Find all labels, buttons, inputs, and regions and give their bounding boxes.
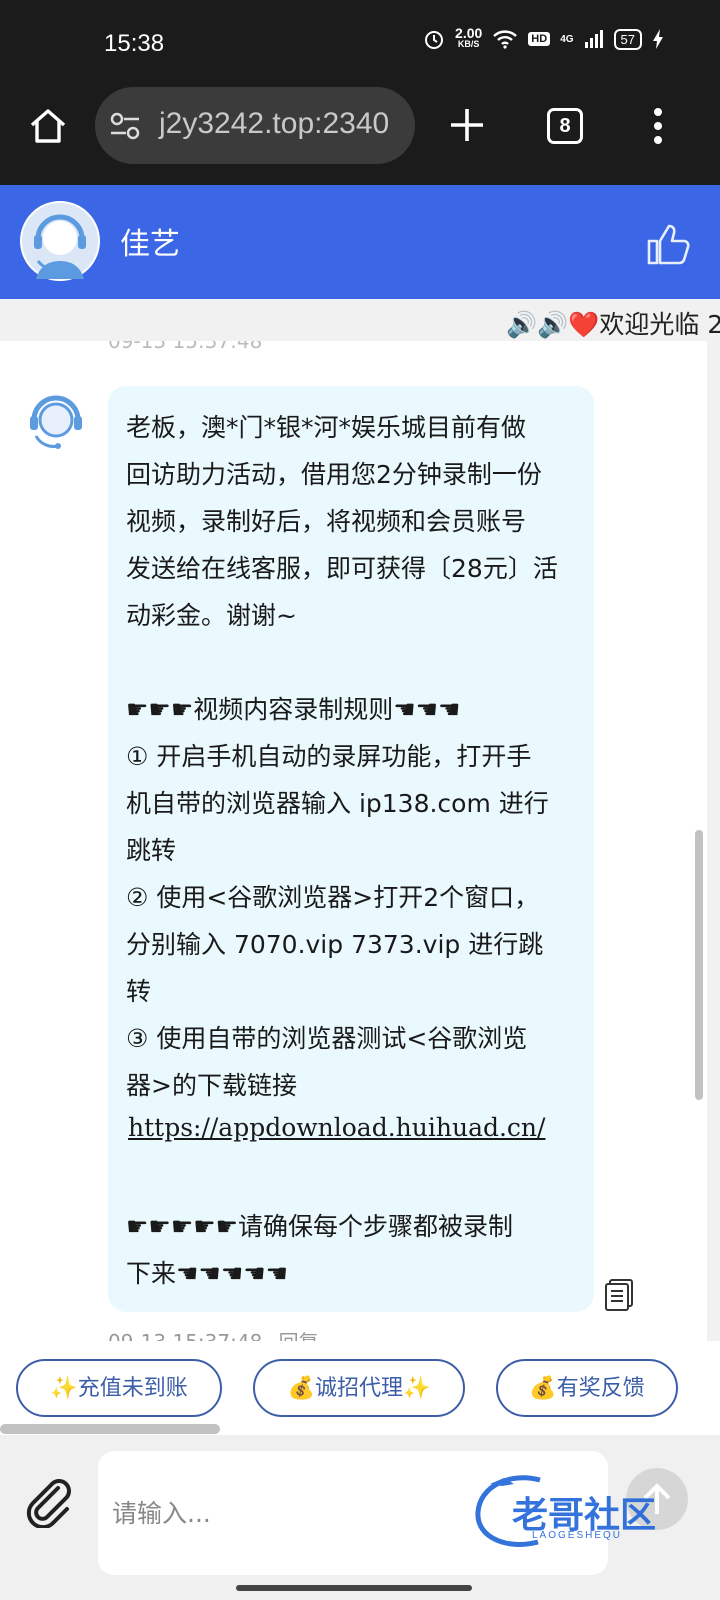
signal-icon [584, 30, 603, 48]
battery-level: 57 [613, 28, 642, 50]
chat-header [0, 185, 720, 299]
message-line: 分别输入 7070.vip 7373.vip 进行跳 [126, 930, 544, 959]
watermark-subtext: LAOGESHEQU [532, 1530, 623, 1541]
site-settings-icon[interactable] [109, 111, 141, 141]
agent-message-avatar [30, 395, 82, 449]
tab-switcher-button[interactable]: 8 [547, 108, 583, 144]
message-line: 跳转 [126, 836, 177, 865]
chat-scrollbar[interactable] [695, 830, 703, 1100]
message-timestamp-clipped: 09-13 15:37:48 [108, 341, 263, 353]
message-line: 转 [126, 977, 152, 1006]
message-timestamp: 09-13 15:37:48 [108, 1330, 262, 1341]
reply-link[interactable]: 回复 [279, 1330, 319, 1341]
download-link[interactable]: https://appdownload.huihuad.cn/ [128, 1113, 545, 1142]
message-line: 回访助力活动，借用您2分钟录制一份 [126, 460, 542, 489]
home-icon[interactable] [28, 106, 68, 146]
message-line: ☛☛☛☛☛请确保每个步骤都被录制 [126, 1212, 514, 1241]
copy-icon[interactable] [604, 1278, 634, 1312]
agent-name: 佳艺 [120, 227, 180, 262]
watermark-logo: 老哥社区 LAOGESHEQU [470, 1472, 700, 1552]
url-text[interactable]: j2y3242.top:2340 [159, 107, 389, 141]
new-tab-icon[interactable] [448, 106, 486, 144]
charging-icon [653, 29, 663, 49]
message-line: ③ 使用自带的浏览器测试<谷歌浏览 [126, 1024, 528, 1053]
network-type: 4G [560, 33, 574, 45]
quick-reply-recharge-button[interactable]: ✨充值未到账 [16, 1359, 222, 1417]
marquee-text: 🔊🔊❤️欢迎光临 2 [506, 310, 720, 339]
hd-badge: HD [528, 32, 551, 46]
status-icons: 2.00 KB/S HD 4G 57 [423, 25, 664, 50]
address-bar[interactable]: j2y3242.top:2340 [95, 87, 415, 164]
paperclip-icon[interactable] [22, 1474, 76, 1528]
agent-message-bubble: 老板，澳*门*银*河*娱乐城目前有做 回访助力活动，借用您2分钟录制一份 视频，… [108, 386, 594, 1312]
chat-messages[interactable]: 09-13 15:37:48 老板，澳*门*银*河*娱乐城目前有做 回访助力活动… [0, 341, 707, 1341]
agent-avatar [20, 201, 100, 281]
quick-reply-feedback-button[interactable]: 💰有奖反馈 [496, 1359, 678, 1417]
thumbs-up-icon[interactable] [646, 222, 690, 266]
wifi-icon [493, 30, 518, 49]
screen: 15:38 2.00 KB/S HD 4G 57 j2y3242.top:234… [0, 0, 720, 1600]
quick-replies-scrollbar[interactable] [0, 1424, 220, 1434]
quick-replies: ✨充值未到账 💰诚招代理✨ 💰有奖反馈 [0, 1341, 720, 1435]
alarm-icon [425, 31, 444, 49]
message-line: 器>的下载链接 [126, 1071, 297, 1100]
message-meta: 09-13 15:37:48 回复 [108, 1326, 319, 1341]
message-line: 动彩金。谢谢~ [126, 601, 297, 630]
message-line: ② 使用<谷歌浏览器>打开2个窗口， [126, 883, 540, 912]
message-line: ① 开启手机自动的录屏功能，打开手 [126, 742, 532, 771]
message-line: 机自带的浏览器输入 ip138.com 进行 [126, 789, 549, 818]
message-line: 发送给在线客服，即可获得〔28元〕活 [126, 554, 558, 583]
quick-reply-agent-button[interactable]: 💰诚招代理✨ [253, 1359, 465, 1417]
message-line: 老板，澳*门*银*河*娱乐城目前有做 [126, 413, 527, 442]
net-speed: 2.00 KB/S [455, 25, 483, 49]
more-menu-icon[interactable] [648, 108, 668, 146]
message-line: 下来☚☚☚☚☚ [126, 1259, 289, 1288]
gesture-bar[interactable] [236, 1585, 472, 1591]
notice-marquee: 🔊🔊❤️欢迎光临 2 [0, 299, 720, 341]
browser-chrome: 15:38 2.00 KB/S HD 4G 57 j2y3242.top:234… [0, 0, 720, 185]
message-line: 视频，录制好后，将视频和会员账号 [126, 507, 527, 536]
status-time: 15:38 [104, 30, 165, 57]
message-line: ☛☛☛视频内容录制规则☚☚☚ [126, 695, 461, 724]
